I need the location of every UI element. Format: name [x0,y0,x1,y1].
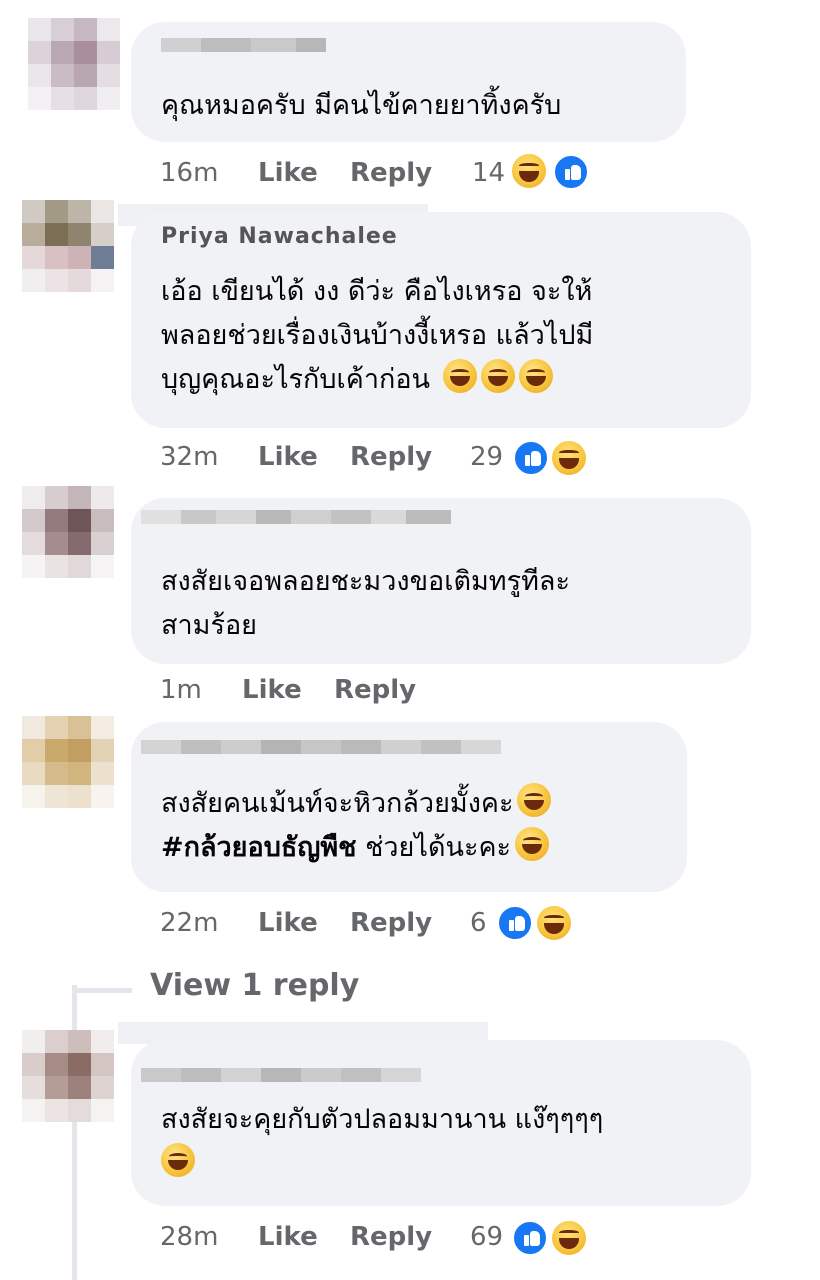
laughing-emoji-icon [161,1143,195,1177]
reply-button[interactable]: Reply [350,908,432,938]
comment-time[interactable]: 22m [160,908,218,938]
comment-bubble: สงสัยเจอพลอยชะมวงขอเติมทรูทีละ สามร้อย [131,498,751,664]
reply-button[interactable]: Reply [334,675,416,705]
comment-text: สงสัยคนเม้นท์จะหิวกล้วยมั้งคะ #กล้วยอบธั… [161,782,552,870]
comment-text: คุณหมอครับ มีคนไข้คายยาทิ้งครับ [161,90,562,121]
reply-button[interactable]: Reply [350,1222,432,1252]
laughing-emoji-icon [442,359,477,393]
like-button[interactable]: Like [242,675,302,705]
author-name-blurred[interactable] [141,732,501,762]
comment-bubble: สงสัยคนเม้นท์จะหิวกล้วยมั้งคะ #กล้วยอบธั… [131,722,687,892]
sweat-smile-emoji-icon [517,783,552,817]
reaction-count[interactable]: 6 [470,908,487,938]
laughing-emoji-icon [518,359,553,393]
comment-author[interactable]: Priya Nawachalee [161,224,398,249]
comment-text: เอ้อ เขียนได้ งง ดีว่ะ คือไงเหรอ จะให้ พ… [161,276,594,395]
reply-button[interactable]: Reply [350,442,432,472]
comment-time[interactable]: 16m [160,158,218,188]
like-button[interactable]: Like [258,1222,318,1252]
comment-bubble: สงสัยจะคุยกับตัวปลอมมานาน แง๊ๆๆๆๆ [131,1040,751,1206]
like-reaction-icon[interactable] [552,153,590,191]
reaction-count[interactable]: 14 [472,158,505,188]
reaction-count[interactable]: 29 [470,442,503,472]
view-replies-link[interactable]: View 1 reply [150,968,359,1003]
haha-reaction-icon[interactable] [549,1218,589,1258]
comment-time[interactable]: 1m [160,675,202,705]
avatar[interactable] [22,716,114,808]
comment-text: สงสัยเจอพลอยชะมวงขอเติมทรูทีละ สามร้อย [161,566,570,641]
like-button[interactable]: Like [258,158,318,188]
haha-reaction-icon[interactable] [534,903,574,943]
like-reaction-icon[interactable] [512,439,550,477]
avatar[interactable] [22,486,114,578]
haha-reaction-icon[interactable] [509,151,549,191]
avatar[interactable] [22,1030,114,1122]
comment-time[interactable]: 32m [160,442,218,472]
like-reaction-icon[interactable] [511,1219,549,1257]
comment-time[interactable]: 28m [160,1222,218,1252]
avatar[interactable] [28,18,120,110]
author-name-blurred[interactable] [141,502,451,532]
avatar[interactable] [22,200,114,292]
comment-bubble: คุณหมอครับ มีคนไข้คายยาทิ้งครับ [131,22,686,142]
like-button[interactable]: Like [258,908,318,938]
reply-connector [72,988,132,993]
reaction-count[interactable]: 69 [470,1222,503,1252]
author-name-blurred[interactable] [141,1060,421,1090]
like-button[interactable]: Like [258,442,318,472]
haha-reaction-icon[interactable] [549,438,589,478]
like-reaction-icon[interactable] [496,904,534,942]
author-name-blurred[interactable] [161,30,326,60]
comment-text: สงสัยจะคุยกับตัวปลอมมานาน แง๊ๆๆๆๆ [161,1098,603,1186]
hashtag-link[interactable]: #กล้วยอบธัญพืช [161,832,356,863]
laughing-emoji-icon [480,359,515,393]
grin-squint-emoji-icon [515,827,550,861]
reply-button[interactable]: Reply [350,158,432,188]
comment-bubble: Priya Nawachalee เอ้อ เขียนได้ งง ดีว่ะ … [131,212,751,428]
